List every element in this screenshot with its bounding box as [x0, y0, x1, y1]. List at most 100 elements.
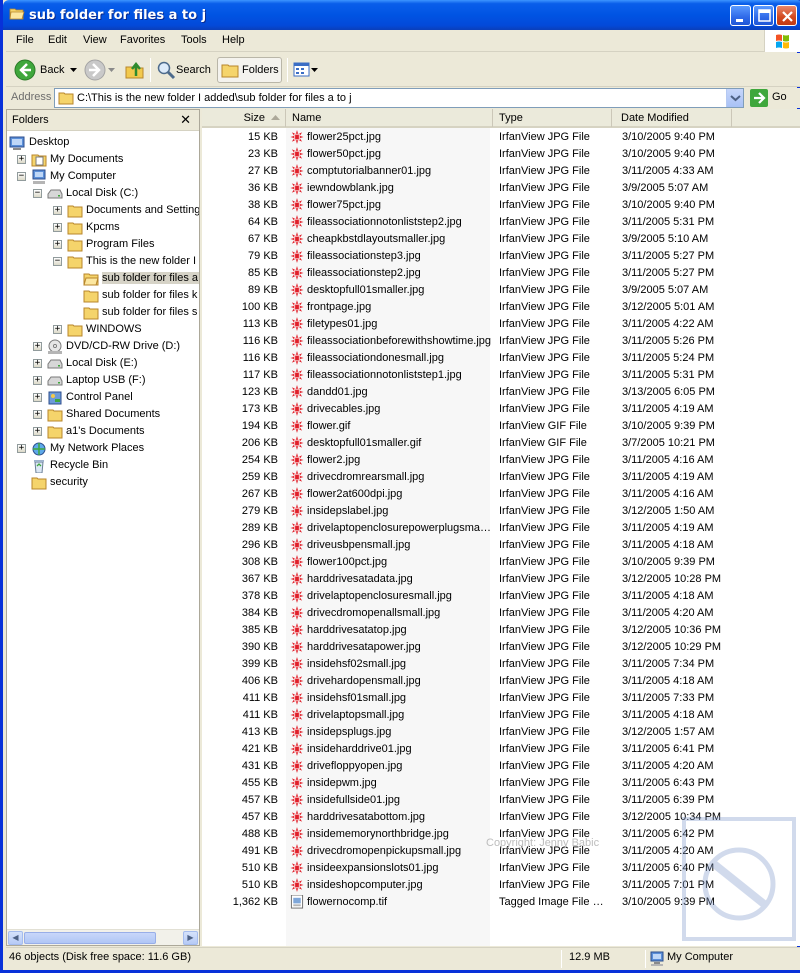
menu-tools[interactable]: Tools — [181, 34, 207, 46]
file-row[interactable]: 259 KB drivecdromrearsmall.jpg IrfanView J… — [202, 469, 800, 486]
file-row[interactable]: 431 KB drivefloppyopen.jpg IrfanView JPG F… — [202, 758, 800, 775]
file-size: 15 KB — [248, 131, 278, 143]
file-row[interactable]: 116 KB fileassociationbeforewithshowtime.… — [202, 333, 800, 350]
menu-file[interactable]: File — [16, 34, 34, 46]
file-row[interactable]: 279 KB insidepslabel.jpg IrfanView JPG Fil… — [202, 503, 800, 520]
expand-icon[interactable]: + — [53, 325, 62, 334]
menu-help[interactable]: Help — [222, 34, 245, 46]
collapse-icon[interactable]: − — [33, 189, 42, 198]
menu-edit[interactable]: Edit — [48, 34, 67, 46]
back-button[interactable]: Back — [12, 57, 78, 83]
expand-icon[interactable]: + — [33, 393, 42, 402]
file-type: IrfanView JPG File — [499, 454, 590, 466]
expand-icon[interactable]: + — [53, 223, 62, 232]
file-row[interactable]: 457 KB insidefullside01.jpg IrfanView JPG … — [202, 792, 800, 809]
collapse-icon[interactable]: − — [53, 257, 62, 266]
close-button[interactable] — [776, 5, 797, 26]
file-row[interactable]: 367 KB harddrivesatadata.jpg IrfanView JPG… — [202, 571, 800, 588]
back-dropdown-icon[interactable] — [70, 68, 77, 73]
scroll-thumb[interactable] — [24, 932, 156, 944]
file-row[interactable]: 113 KB filetypes01.jpg IrfanView JPG File 3… — [202, 316, 800, 333]
menu-favorites[interactable]: Favorites — [120, 34, 165, 46]
file-row[interactable]: 36 KB iewndowblank.jpg IrfanView JPG File 3… — [202, 180, 800, 197]
views-button[interactable] — [291, 57, 319, 83]
expand-icon[interactable]: + — [33, 376, 42, 385]
file-row[interactable]: 384 KB drivecdromopenallsmall.jpg IrfanVie… — [202, 605, 800, 622]
column-date-modified[interactable]: Date Modified — [612, 109, 732, 127]
maximize-button[interactable] — [753, 5, 774, 26]
search-button[interactable]: Search — [154, 57, 214, 83]
expand-icon[interactable]: + — [53, 206, 62, 215]
go-button[interactable]: Go — [748, 88, 798, 108]
expand-icon[interactable]: + — [17, 155, 26, 164]
file-type: IrfanView JPG File — [499, 403, 590, 415]
file-row[interactable]: 289 KB drivelaptopenclosurepowerplugsmall… — [202, 520, 800, 537]
menu-view[interactable]: View — [83, 34, 107, 46]
file-row[interactable]: 194 KB flower.gif IrfanView GIF File 3/10/2… — [202, 418, 800, 435]
column-name[interactable]: Name — [286, 109, 493, 127]
file-row[interactable]: 385 KB harddrivesatatop.jpg IrfanView JPG … — [202, 622, 800, 639]
file-date: 3/11/2005 4:16 AM — [622, 454, 714, 466]
up-folder-button[interactable] — [122, 57, 146, 83]
file-row[interactable]: 406 KB drivehardopensmall.jpg IrfanView JP… — [202, 673, 800, 690]
expand-icon[interactable]: + — [33, 342, 42, 351]
file-row[interactable]: 390 KB harddrivesatapower.jpg IrfanView JP… — [202, 639, 800, 656]
close-pane-icon[interactable]: ✕ — [180, 112, 191, 128]
file-row[interactable]: 85 KB fileassociationstep2.jpg IrfanView J… — [202, 265, 800, 282]
file-row[interactable]: 23 KB flower50pct.jpg IrfanView JPG File 3/… — [202, 146, 800, 163]
expand-icon[interactable]: + — [17, 444, 26, 453]
expand-icon[interactable]: + — [33, 359, 42, 368]
forward-dropdown-icon[interactable] — [108, 68, 115, 73]
file-row[interactable]: 296 KB driveusbpensmall.jpg IrfanView JPG … — [202, 537, 800, 554]
forward-button[interactable] — [82, 57, 116, 83]
column-size[interactable]: Size — [202, 109, 286, 127]
file-type: IrfanView JPG File — [499, 267, 590, 279]
file-row[interactable]: 100 KB frontpage.jpg IrfanView JPG File 3/1… — [202, 299, 800, 316]
file-row[interactable]: 15 KB flower25pct.jpg IrfanView JPG File 3/… — [202, 129, 800, 146]
file-row[interactable]: 254 KB flower2.jpg IrfanView JPG File 3/11/… — [202, 452, 800, 469]
file-row[interactable]: 123 KB dandd01.jpg IrfanView JPG File 3/13/… — [202, 384, 800, 401]
irfanview-file-icon — [290, 555, 304, 569]
file-row[interactable]: 116 KB fileassociationdonesmall.jpg IrfanV… — [202, 350, 800, 367]
scroll-left-icon[interactable]: ◀ — [8, 931, 23, 945]
file-row[interactable]: 411 KB drivelaptopsmall.jpg IrfanView JPG … — [202, 707, 800, 724]
column-type[interactable]: Type — [493, 109, 612, 127]
file-row[interactable]: 38 KB flower75pct.jpg IrfanView JPG File 3/… — [202, 197, 800, 214]
file-row[interactable]: 411 KB insidehsf01small.jpg IrfanView JPG … — [202, 690, 800, 707]
address-dropdown[interactable] — [726, 89, 743, 107]
address-input[interactable]: C:\This is the new folder I added\sub fo… — [54, 88, 744, 108]
folders-button[interactable]: Folders — [217, 57, 282, 83]
expand-icon[interactable]: + — [33, 427, 42, 436]
file-row[interactable]: 27 KB comptutorialbanner01.jpg IrfanView J… — [202, 163, 800, 180]
file-date: 3/11/2005 4:33 AM — [622, 165, 714, 177]
file-name: insidefullside01.jpg — [307, 794, 400, 806]
collapse-icon[interactable]: − — [17, 172, 26, 181]
file-row[interactable]: 64 KB fileassociationnotonliststep2.jpg Ir… — [202, 214, 800, 231]
file-row[interactable]: 206 KB desktopfull01smaller.gif IrfanView … — [202, 435, 800, 452]
minimize-button[interactable] — [730, 5, 751, 26]
file-row[interactable]: 79 KB fileassociationstep3.jpg IrfanView J… — [202, 248, 800, 265]
recycle-bin-icon — [34, 460, 44, 473]
file-row[interactable]: 378 KB drivelaptopenclosuresmall.jpg Irfan… — [202, 588, 800, 605]
file-row[interactable]: 308 KB flower100pct.jpg IrfanView JPG File… — [202, 554, 800, 571]
scroll-right-icon[interactable]: ▶ — [183, 931, 198, 945]
expand-icon[interactable]: + — [53, 240, 62, 249]
file-row[interactable]: 117 KB fileassociationnotonliststep1.jpg I… — [202, 367, 800, 384]
file-row[interactable]: 267 KB flower2at600dpi.jpg IrfanView JPG F… — [202, 486, 800, 503]
title-bar[interactable]: sub folder for files a to j — [3, 0, 800, 30]
file-name: harddrivesatabottom.jpg — [307, 811, 426, 823]
file-row[interactable]: 455 KB insidepwm.jpg IrfanView JPG File 3/1… — [202, 775, 800, 792]
expand-icon[interactable]: + — [33, 410, 42, 419]
irfanview-file-icon — [290, 691, 304, 705]
file-type: IrfanView JPG File — [499, 471, 590, 483]
folders-horizontal-scrollbar[interactable]: ◀ ▶ — [7, 929, 199, 945]
file-row[interactable]: 89 KB desktopfull01smaller.jpg IrfanView J… — [202, 282, 800, 299]
file-row[interactable]: 421 KB insideharddrive01.jpg IrfanView JPG… — [202, 741, 800, 758]
window-title: sub folder for files a to j — [29, 8, 207, 23]
file-row[interactable]: 173 KB drivecables.jpg IrfanView JPG File 3… — [202, 401, 800, 418]
file-row[interactable]: 67 KB cheapkbstdlayoutsmaller.jpg IrfanVie… — [202, 231, 800, 248]
file-row[interactable]: 399 KB insidehsf02small.jpg IrfanView JPG … — [202, 656, 800, 673]
file-size: 206 KB — [241, 437, 278, 449]
file-row[interactable]: 413 KB insidepsplugs.jpg IrfanView JPG Fil… — [202, 724, 800, 741]
file-size: 116 KB — [242, 352, 278, 364]
